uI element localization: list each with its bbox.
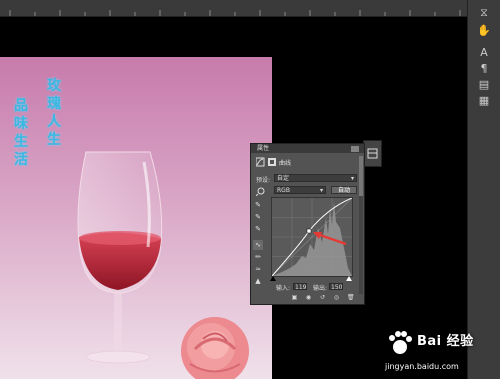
- character-icon[interactable]: A: [476, 46, 492, 60]
- properties-panel[interactable]: 属性 曲线 预设: 自定 ▾ RGB ▾ 自动 ✎ ✎ ✎ ∿ ✏ ≈ ▲ 输入…: [250, 143, 365, 305]
- trash-icon[interactable]: 🗑: [347, 294, 355, 301]
- chevron-down-icon: ▾: [350, 175, 354, 182]
- preset-dropdown[interactable]: 自定 ▾: [274, 174, 357, 182]
- panel-dock-mini[interactable]: [363, 140, 382, 167]
- pencil-icon[interactable]: ✏: [253, 252, 263, 262]
- ruler-ticks: [9, 10, 461, 16]
- histogram-curve[interactable]: [271, 197, 353, 277]
- scroll-thumb[interactable]: [359, 156, 363, 196]
- auto-button[interactable]: 自动: [331, 186, 357, 194]
- curve-edit-icon[interactable]: ∿: [253, 240, 263, 250]
- document-image[interactable]: 玫 瑰 人 生 品 味 生 活: [0, 57, 272, 379]
- input-sliders[interactable]: [269, 276, 353, 282]
- curve-graph[interactable]: [271, 197, 353, 277]
- input-label: 输入:: [276, 285, 291, 292]
- properties-icon[interactable]: ▦: [476, 94, 492, 108]
- visibility-eye-icon[interactable]: ◎: [333, 294, 340, 301]
- reset-icon[interactable]: ↺: [319, 294, 326, 301]
- panel-menu-icon[interactable]: [251, 144, 364, 153]
- input-field[interactable]: 119: [293, 283, 307, 291]
- target-adjust-icon[interactable]: [256, 186, 266, 196]
- white-point-slider: [346, 276, 352, 281]
- curve-control-point: [306, 228, 312, 234]
- history-icon[interactable]: ⧖: [476, 6, 492, 20]
- watermark-url: jingyan.baidu.com: [385, 362, 459, 371]
- preset-value: 自定: [277, 175, 290, 182]
- panel-bottom-icons: ▣ ◉ ↺ ◎ 🗑: [291, 294, 361, 302]
- black-point-slider: [270, 276, 276, 281]
- top-ruler[interactable]: [0, 0, 468, 17]
- channel-dropdown[interactable]: RGB ▾: [274, 186, 326, 194]
- eyedropper-white-icon[interactable]: ✎: [253, 224, 263, 234]
- eyedropper-gray-icon[interactable]: ✎: [253, 212, 263, 222]
- preset-label: 预设:: [256, 177, 271, 184]
- baidu-watermark: Bai 经验 jingyan.baidu.com: [385, 328, 495, 378]
- canvas-area[interactable]: 玫 瑰 人 生 品 味 生 活: [0, 17, 468, 379]
- panel-title-bar[interactable]: 属性: [251, 144, 364, 153]
- properties-dock-icon[interactable]: [364, 141, 381, 166]
- paragraph-icon[interactable]: ¶: [476, 62, 492, 76]
- eyedropper-black-icon[interactable]: ✎: [253, 200, 263, 210]
- watermark-brand: Bai 经验: [417, 334, 474, 349]
- panel-scrollbar[interactable]: [359, 156, 363, 294]
- view-previous-icon[interactable]: ◉: [305, 294, 312, 301]
- adjustment-type-label: 曲线: [279, 160, 292, 167]
- layers-icon[interactable]: ▤: [476, 78, 492, 92]
- rose-illustration: [181, 317, 249, 379]
- paw-logo-icon: [389, 331, 412, 354]
- smooth-icon[interactable]: ≈: [253, 264, 263, 274]
- output-label: 输出:: [313, 285, 328, 292]
- right-panel-toolbar: ⧖ ✋ A ¶ ▤ ▦: [467, 0, 500, 379]
- channel-value: RGB: [277, 187, 290, 194]
- chevron-down-icon: ▾: [319, 187, 323, 194]
- clipping-warning-icon[interactable]: ▲: [253, 276, 263, 286]
- hand-icon[interactable]: ✋: [476, 24, 492, 38]
- output-field[interactable]: 150: [329, 283, 343, 291]
- clip-to-layer-icon[interactable]: ▣: [291, 294, 298, 301]
